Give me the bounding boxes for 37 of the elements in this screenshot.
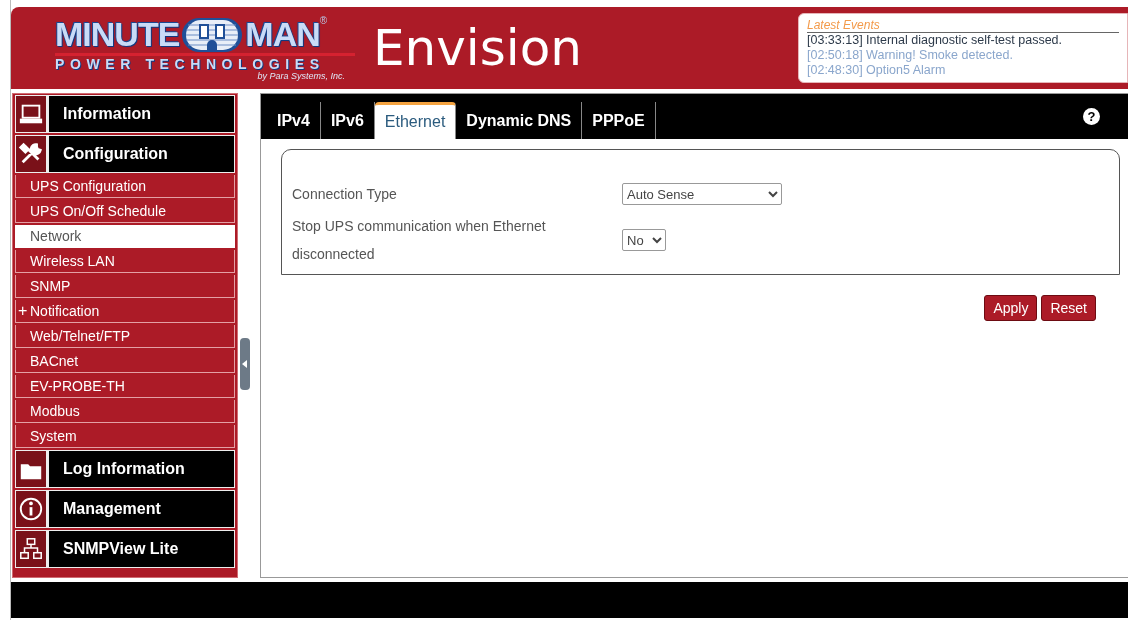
event-entry: [02:48:30] Option5 Alarm [807, 63, 947, 78]
sidebar-item[interactable]: UPS On/Off Schedule [15, 200, 235, 223]
sidebar-item[interactable]: BACnet [15, 350, 235, 373]
sidebar-item[interactable]: Network [15, 225, 235, 248]
field-label: Connection Type [292, 185, 398, 204]
sidebar-item[interactable]: UPS Configuration [15, 175, 235, 198]
sidebar-item[interactable]: Modbus [15, 400, 235, 423]
event-entry: [02:50:18] Warning! Smoke detected. [807, 48, 1014, 63]
network-icon [18, 536, 44, 562]
sidebar-section[interactable]: Management [49, 491, 234, 527]
dropdown[interactable]: Auto Sense [622, 183, 782, 205]
sidebar-section[interactable]: Log Information [49, 451, 234, 487]
collapse-handle[interactable] [240, 338, 250, 390]
logo-byline: by Para Systems, Inc. [257, 72, 345, 81]
app-title: Envision [373, 19, 582, 77]
panel-title: Latest Events [807, 18, 1119, 33]
event-entry: [03:33:13] Internal diagnostic self-test passed. [807, 33, 1064, 48]
sidebar-item[interactable]: SNMP [15, 275, 235, 298]
sidebar-section[interactable]: SNMPView Lite [49, 531, 234, 567]
sidebar-item[interactable]: + Notification [15, 300, 235, 323]
logo-text: MAN [245, 15, 320, 53]
tab[interactable]: Ethernet [374, 102, 457, 139]
field-label: Stop UPS communication when Ethernet disconnected [292, 217, 547, 264]
dropdown[interactable]: No [622, 229, 666, 251]
logo-text: MINUTE [55, 15, 180, 53]
action-button[interactable]: Reset [1041, 295, 1096, 321]
info-icon [18, 496, 44, 522]
sidebar-section[interactable]: Configuration [49, 136, 234, 172]
action-button[interactable]: Apply [984, 295, 1038, 321]
help-button[interactable]: ? [1083, 108, 1100, 125]
sidebar-section[interactable]: Information [49, 96, 234, 132]
sidebar-item[interactable]: Wireless LAN [15, 250, 235, 273]
sidebar-item[interactable]: System [15, 425, 235, 448]
registered-mark: ® [319, 15, 328, 26]
sidebar-item[interactable]: Web/Telnet/FTP [15, 325, 235, 348]
sidebar-item[interactable]: EV-PROBE-TH [15, 375, 235, 398]
logo-tagline: POWER TECHNOLOGIES [55, 56, 326, 72]
